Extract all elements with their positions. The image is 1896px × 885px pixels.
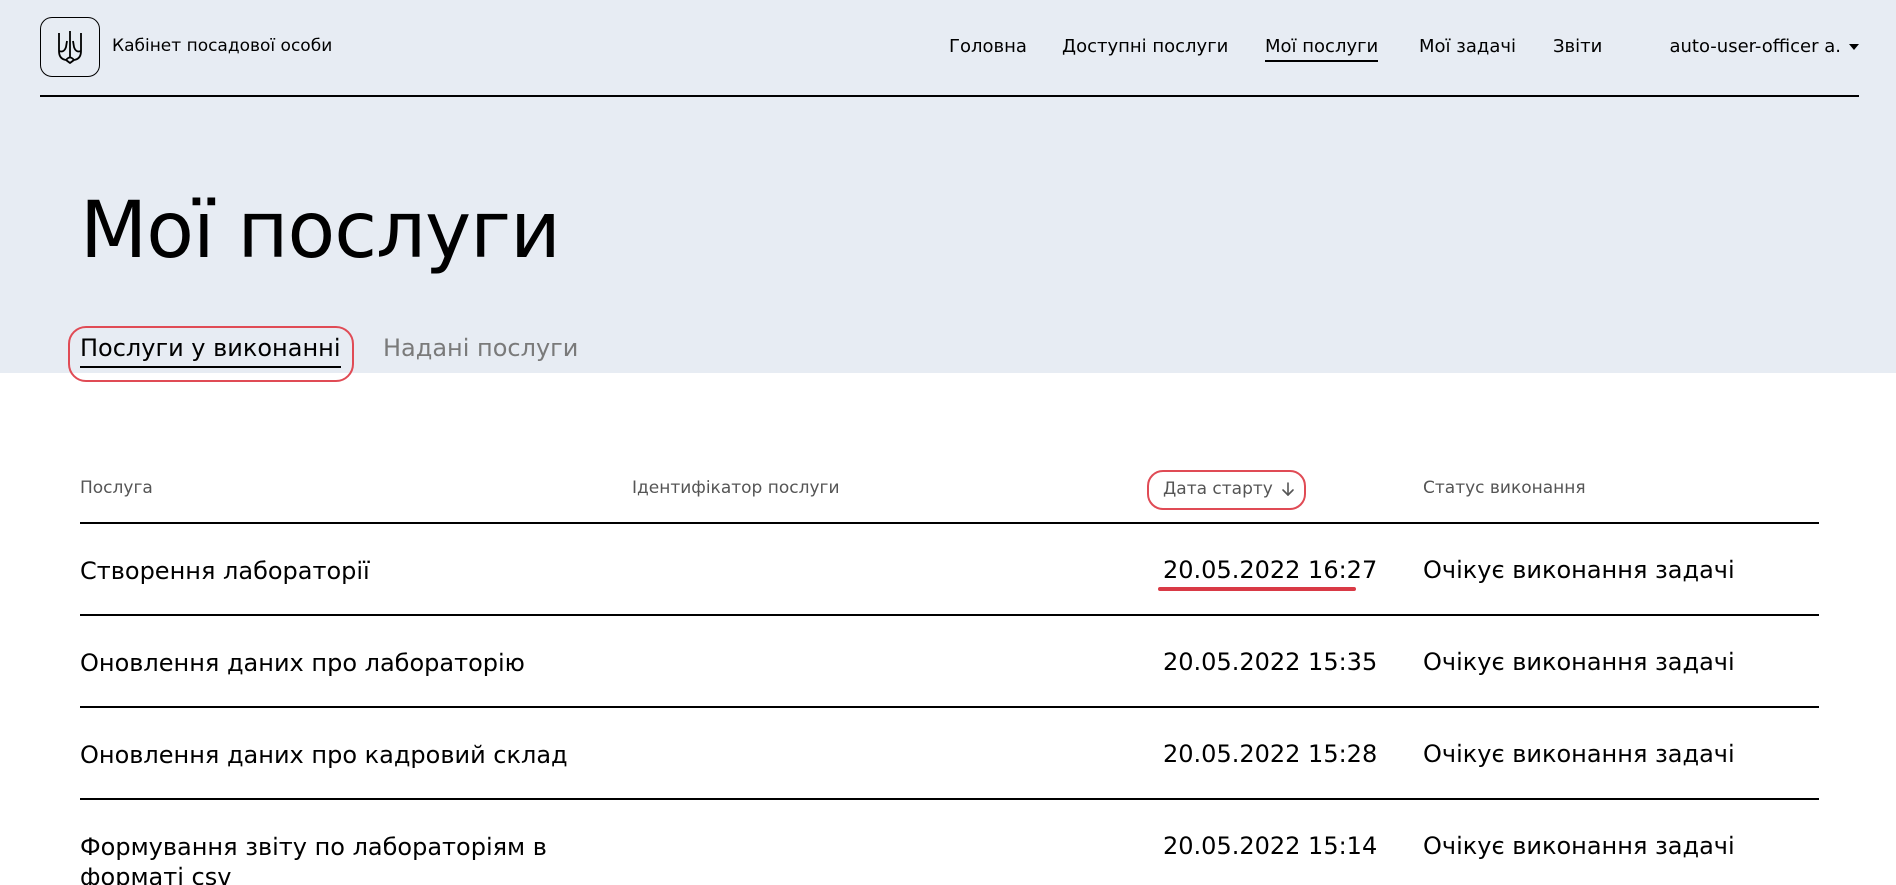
nav-my-services[interactable]: Мої послуги bbox=[1265, 36, 1379, 62]
start-date: 20.05.2022 15:35 bbox=[1163, 648, 1378, 676]
table-row[interactable]: Формування звіту по лабораторіям в форма… bbox=[80, 800, 1819, 885]
nav-reports[interactable]: Звіти bbox=[1553, 36, 1602, 57]
column-header-service: Послуга bbox=[80, 478, 153, 498]
execution-status: Очікує виконання задачі bbox=[1423, 740, 1735, 768]
nav-my-tasks[interactable]: Мої задачі bbox=[1419, 36, 1516, 57]
page-title: Мої послуги bbox=[80, 186, 561, 276]
service-name: Оновлення даних про лабораторію bbox=[80, 649, 525, 677]
caret-down-icon bbox=[1849, 43, 1859, 50]
trident-icon bbox=[58, 31, 82, 64]
start-date: 20.05.2022 15:14 bbox=[1163, 832, 1378, 860]
table-row[interactable]: Створення лабораторії 20.05.2022 16:27 О… bbox=[80, 524, 1819, 616]
table-row[interactable]: Оновлення даних про лабораторію 20.05.20… bbox=[80, 616, 1819, 708]
column-header-status: Статус виконання bbox=[1423, 478, 1586, 498]
highlight-annotation-date bbox=[1158, 587, 1356, 591]
trident-logo[interactable] bbox=[40, 17, 100, 77]
nav-home[interactable]: Головна bbox=[949, 36, 1027, 57]
execution-status: Очікує виконання задачі bbox=[1423, 556, 1735, 584]
execution-status: Очікує виконання задачі bbox=[1423, 832, 1735, 860]
table-row[interactable]: Оновлення даних про кадровий склад 20.05… bbox=[80, 708, 1819, 800]
column-header-service-id: Ідентифікатор послуги bbox=[632, 478, 840, 498]
start-date: 20.05.2022 16:27 bbox=[1163, 556, 1378, 584]
nav-available-services[interactable]: Доступні послуги bbox=[1062, 36, 1228, 57]
start-date: 20.05.2022 15:28 bbox=[1163, 740, 1378, 768]
top-navigation-bar: Кабінет посадової особи Головна Доступні… bbox=[40, 0, 1859, 97]
execution-status: Очікує виконання задачі bbox=[1423, 648, 1735, 676]
service-name: Оновлення даних про кадровий склад bbox=[80, 741, 568, 769]
arrow-down-icon bbox=[1282, 482, 1294, 496]
tab-services-in-progress[interactable]: Послуги у виконанні bbox=[80, 334, 341, 368]
user-menu[interactable]: auto-user-officer a. bbox=[1669, 36, 1859, 57]
column-header-start-date-label: Дата старту bbox=[1163, 479, 1273, 499]
brand-title: Кабінет посадової особи bbox=[112, 36, 333, 56]
user-name: auto-user-officer a. bbox=[1669, 36, 1841, 57]
service-name: Створення лабораторії bbox=[80, 557, 370, 585]
tab-provided-services[interactable]: Надані послуги bbox=[383, 334, 578, 362]
column-header-start-date[interactable]: Дата старту bbox=[1163, 479, 1295, 499]
service-name: Формування звіту по лабораторіям в форма… bbox=[80, 833, 547, 885]
